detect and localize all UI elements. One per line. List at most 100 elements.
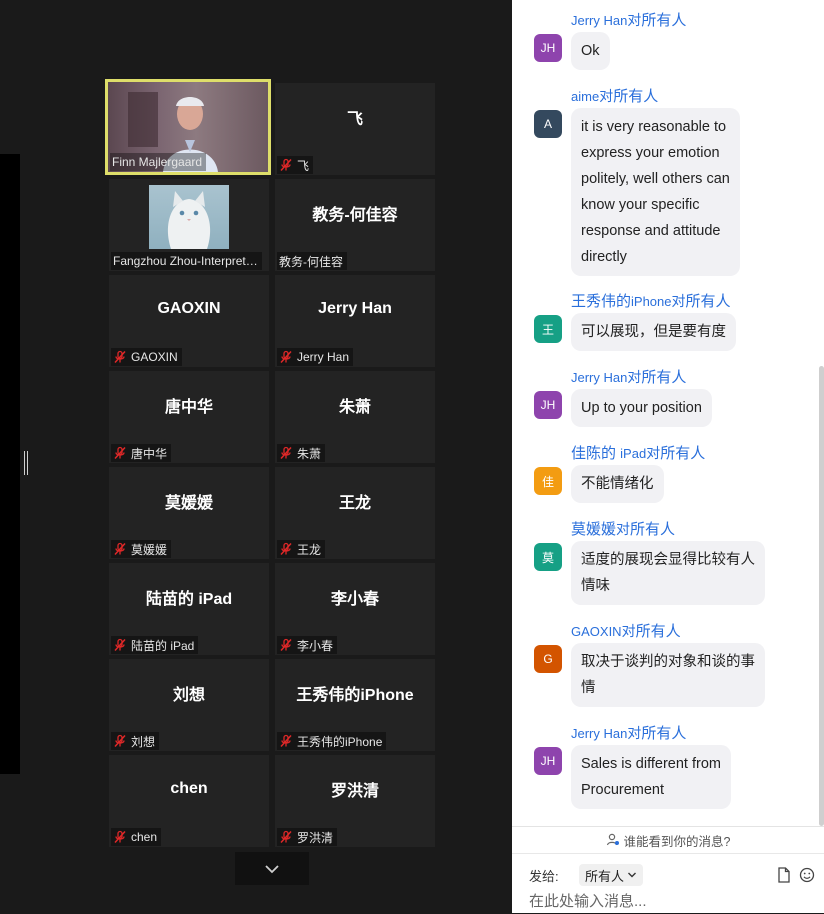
participant-tile[interactable]: 莫媛媛 莫媛媛: [109, 467, 269, 559]
participant-display-name: 教务-何佳容: [312, 207, 398, 224]
participant-display-name: 飞: [346, 111, 363, 128]
sender-avatar[interactable]: 佳: [534, 467, 562, 495]
sender-name[interactable]: 莫媛媛: [571, 521, 616, 538]
sender-avatar[interactable]: G: [534, 645, 562, 673]
message-visibility-link[interactable]: 谁能看到你的消息?: [512, 826, 824, 853]
participant-tile[interactable]: 王龙 王龙: [275, 467, 435, 559]
participant-name: 飞: [297, 158, 310, 173]
message-recipient: 所有人: [641, 725, 687, 742]
file-icon[interactable]: [777, 867, 791, 883]
message-bubble[interactable]: 不能情绪化: [571, 465, 664, 503]
message-bubble[interactable]: 适度的展现会显得比较有人 情味: [571, 541, 765, 605]
participant-tile[interactable]: 陆苗的 iPad 陆苗的 iPad: [109, 563, 269, 655]
message-text-line: directly: [581, 249, 627, 265]
participant-name-tag: 王龙: [277, 540, 326, 558]
participant-name: GAOXIN: [131, 350, 178, 364]
message-bubble[interactable]: Ok: [571, 32, 610, 70]
participant-tile[interactable]: 王秀伟的iPhone 王秀伟的iPhone: [275, 659, 435, 751]
microphone-muted-icon: [279, 446, 293, 460]
to-label: 对: [627, 369, 642, 385]
sender-name[interactable]: aime: [571, 89, 599, 104]
participant-tile[interactable]: 唐中华 唐中华: [109, 371, 269, 463]
sender-avatar[interactable]: JH: [534, 34, 562, 62]
participant-tile[interactable]: 朱萧 朱萧: [275, 371, 435, 463]
message-recipient: 所有人: [660, 445, 706, 462]
message-text-line: express your emotion: [581, 145, 720, 161]
message-header: 王秀伟的iPhone对所有人: [571, 291, 731, 312]
participant-tile[interactable]: 教务-何佳容 教务-何佳容: [275, 179, 435, 271]
participant-tile[interactable]: 刘想 刘想: [109, 659, 269, 751]
message-text-line: Procurement: [581, 782, 665, 798]
sender-avatar[interactable]: 王: [534, 315, 562, 343]
message-text-line: 不能情绪化: [581, 476, 654, 492]
recipient-dropdown[interactable]: 所有人: [579, 864, 644, 886]
message-header: Jerry Han对所有人: [571, 723, 686, 744]
message-recipient: 所有人: [641, 12, 687, 29]
participant-tile[interactable]: GAOXIN GAOXIN: [109, 275, 269, 367]
participant-name-tag: 唐中华: [111, 444, 172, 462]
emoji-icon[interactable]: [799, 867, 815, 883]
participant-tile[interactable]: Fangzhou Zhou-Interpret…: [109, 179, 269, 271]
message-bubble[interactable]: 取决于谈判的对象和谈的事情: [571, 643, 765, 707]
sender-avatar[interactable]: A: [534, 110, 562, 138]
participant-name-tag: GAOXIN: [111, 348, 182, 366]
people-icon: [606, 833, 619, 846]
panel-resize-handle[interactable]: [24, 451, 28, 475]
message-text-line: Ok: [581, 43, 600, 59]
sender-avatar[interactable]: JH: [534, 747, 562, 775]
participant-tile[interactable]: 李小春 李小春: [275, 563, 435, 655]
visibility-note-text: 谁能看到你的消息?: [623, 834, 731, 849]
participant-tile[interactable]: 罗洪清 罗洪清: [275, 755, 435, 847]
sender-name[interactable]: 佳陈的: [571, 445, 620, 462]
participant-name-tag: chen: [111, 828, 162, 846]
sender-name[interactable]: Jerry Han: [571, 13, 627, 28]
microphone-muted-icon: [113, 350, 127, 364]
participant-tile[interactable]: Finn Majlergaard: [105, 79, 271, 175]
participant-name: Jerry Han: [297, 350, 350, 364]
message-text-line: Up to your position: [581, 400, 702, 416]
sender-name[interactable]: 王秀伟的: [571, 293, 631, 310]
participant-display-name: Jerry Han: [318, 300, 392, 317]
message-input[interactable]: [525, 890, 813, 912]
message-header: Jerry Han对所有人: [571, 10, 686, 31]
message-header: 莫媛媛对所有人: [571, 519, 675, 540]
participant-display-name: 唐中华: [164, 399, 213, 416]
scroll-down-button[interactable]: [235, 852, 309, 885]
chat-scrollbar[interactable]: [819, 366, 824, 826]
to-label: 对: [599, 88, 614, 104]
participant-display-name: 罗洪清: [330, 783, 379, 800]
sender-avatar[interactable]: JH: [534, 391, 562, 419]
sender-avatar[interactable]: 莫: [534, 543, 562, 571]
participant-name: 唐中华: [131, 446, 168, 461]
recipient-value: 所有人: [585, 868, 625, 884]
sender-name[interactable]: Jerry Han: [571, 726, 627, 741]
message-text-line: 适度的展现会显得比较有人: [581, 552, 755, 568]
participant-name-tag: 罗洪清: [277, 828, 338, 846]
participant-name: 莫媛媛: [131, 542, 168, 557]
message-bubble[interactable]: Sales is different from Procurement: [571, 745, 731, 809]
participant-name: chen: [131, 830, 158, 844]
participant-name-tag: Fangzhou Zhou-Interpret…: [111, 252, 262, 270]
video-area: Finn Majlergaard 飞飞 Fangzhou Zhou-Interpre…: [0, 0, 512, 913]
send-to-label: 发给:: [529, 869, 559, 884]
participant-tile[interactable]: 飞飞: [275, 83, 435, 175]
shared-screen-strip: [0, 154, 20, 774]
sender-name[interactable]: Jerry Han: [571, 370, 627, 385]
sender-name[interactable]: GAOXIN: [571, 624, 622, 639]
message-recipient: 所有人: [641, 369, 687, 386]
participant-tile[interactable]: Jerry Han Jerry Han: [275, 275, 435, 367]
message-bubble[interactable]: it is very reasonable to express your emo…: [571, 108, 740, 276]
chat-message-list[interactable]: JH Jerry Han对所有人 Ok Aaime对所有人 it is very rea…: [512, 0, 824, 826]
microphone-muted-icon: [279, 638, 293, 652]
message-bubble[interactable]: Up to your position: [571, 389, 712, 427]
message-bubble[interactable]: 可以展现，但是要有度: [571, 313, 736, 351]
microphone-muted-icon: [279, 350, 293, 364]
participant-grid: Finn Majlergaard 飞飞 Fangzhou Zhou-Interpre…: [105, 79, 436, 847]
message-recipient: 所有人: [630, 521, 676, 538]
participant-name-tag: 朱萧: [277, 444, 326, 462]
participant-tile[interactable]: chen chen: [109, 755, 269, 847]
to-label: 对: [627, 12, 642, 28]
message-text-line: it is very reasonable to: [581, 119, 727, 135]
participant-name: Fangzhou Zhou-Interpret…: [113, 254, 258, 268]
message-header: Jerry Han对所有人: [571, 367, 686, 388]
